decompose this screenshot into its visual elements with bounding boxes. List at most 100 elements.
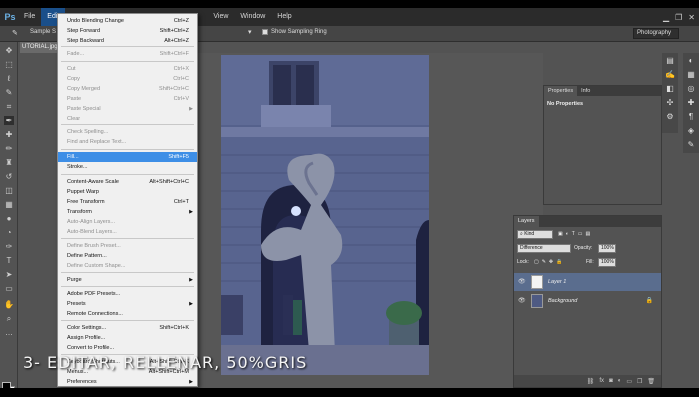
menu-item-check-spelling[interactable]: Check Spelling... xyxy=(58,127,197,137)
delete-layer-icon[interactable]: 🗑 xyxy=(647,378,655,385)
extra-tools-icon[interactable]: … xyxy=(4,328,14,337)
new-layer-icon[interactable]: ❐ xyxy=(637,378,642,385)
menu-item-copy-merged[interactable]: Copy Merged Shift+Ctrl+C xyxy=(58,84,197,94)
dropdown-arrow-icon[interactable]: ▾ xyxy=(248,28,252,36)
menu-window[interactable]: Window xyxy=(234,8,271,26)
menu-item-convert-to-profile[interactable]: Convert to Profile... xyxy=(58,343,197,353)
layer-row-background[interactable]: 👁 Background 🔒 xyxy=(514,292,661,310)
menu-item-adobe-pdf-presets[interactable]: Adobe PDF Presets... xyxy=(58,289,197,299)
photoshop-logo: Ps xyxy=(4,12,16,22)
brush-tool-icon[interactable]: ✏ xyxy=(4,144,14,153)
menu-item-fade[interactable]: Fade... Shift+Ctrl+F xyxy=(58,49,197,59)
lock-icons[interactable]: ▢✎✥🔒 xyxy=(534,258,565,267)
paragraph-panel-icon[interactable]: ¶ xyxy=(686,112,696,122)
menu-item-auto-align-layers[interactable]: Auto-Align Layers... xyxy=(58,217,197,227)
menu-item-step-forward[interactable]: Step Forward Shift+Ctrl+Z xyxy=(58,26,197,36)
opacity-input[interactable]: 100% xyxy=(598,244,616,253)
adjustment-layer-icon[interactable]: ◐ xyxy=(618,378,622,384)
marquee-tool-icon[interactable]: ⬚ xyxy=(4,60,14,69)
workspace-select[interactable]: Photography xyxy=(633,28,679,39)
menu-item-cut[interactable]: Cut Ctrl+X xyxy=(58,64,197,74)
minimize-icon[interactable]: ▁ xyxy=(663,13,669,22)
menu-item-shortcut: Alt+Ctrl+Z xyxy=(164,38,189,44)
brush-panel-icon[interactable]: ✍ xyxy=(665,70,675,80)
menu-item-paste-special[interactable]: Paste Special ▶ xyxy=(58,104,197,114)
history-brush-tool-icon[interactable]: ↺ xyxy=(4,172,14,181)
menu-item-free-transform[interactable]: Free Transform Ctrl+T xyxy=(58,197,197,207)
menu-item-define-custom-shape[interactable]: Define Custom Shape... xyxy=(58,261,197,271)
gradient-tool-icon[interactable]: ▦ xyxy=(4,200,14,209)
path-select-tool-icon[interactable]: ➤ xyxy=(4,270,14,279)
zoom-tool-icon[interactable]: ⌕ xyxy=(4,314,14,323)
layer-style-icon[interactable]: fx xyxy=(599,378,604,384)
menu-item-find-and-replace-text[interactable]: Find and Replace Text... xyxy=(58,137,197,147)
character-panel-icon[interactable]: ◧ xyxy=(665,84,675,94)
type-tool-icon[interactable]: T xyxy=(4,256,14,265)
menu-item-transform[interactable]: Transform ▶ xyxy=(58,207,197,217)
close-icon[interactable]: ✕ xyxy=(688,13,695,22)
sample-size-label[interactable]: Sample S xyxy=(30,29,56,35)
link-layers-icon[interactable]: ⛓ xyxy=(587,378,595,385)
lasso-tool-icon[interactable]: ℓ xyxy=(4,74,14,83)
document-image[interactable] xyxy=(221,55,429,375)
restore-icon[interactable]: ❐ xyxy=(675,13,682,22)
layer-row-layer-1[interactable]: 👁 Layer 1 xyxy=(514,273,661,291)
menu-item-remote-connections[interactable]: Remote Connections... xyxy=(58,309,197,319)
menu-item-preferences[interactable]: Preferences ▶ xyxy=(58,377,197,387)
dodge-tool-icon[interactable]: ◔ xyxy=(4,228,14,237)
eraser-tool-icon[interactable]: ◫ xyxy=(4,186,14,195)
shape-tool-icon[interactable]: ▭ xyxy=(4,284,14,293)
healing-tool-icon[interactable]: ✚ xyxy=(4,130,14,139)
menu-item-define-pattern[interactable]: Define Pattern... xyxy=(58,251,197,261)
menu-item-copy[interactable]: Copy Ctrl+C xyxy=(58,74,197,84)
styles-panel-icon[interactable]: ⚙ xyxy=(665,112,675,122)
menu-item-stroke[interactable]: Stroke... xyxy=(58,162,197,172)
clone-stamp-tool-icon[interactable]: ♜ xyxy=(4,158,14,167)
channels-panel-icon[interactable]: ◈ xyxy=(686,126,696,136)
menu-item-assign-profile[interactable]: Assign Profile... xyxy=(58,333,197,343)
menu-item-purge[interactable]: Purge ▶ xyxy=(58,275,197,285)
crop-tool-icon[interactable]: ⌗ xyxy=(4,102,14,111)
menu-item-define-brush-preset[interactable]: Define Brush Preset... xyxy=(58,241,197,251)
color-panel-icon[interactable]: ◐ xyxy=(686,56,696,66)
history-panel-icon[interactable]: ▤ xyxy=(665,56,675,66)
menu-item-shortcut: Shift+Ctrl+K xyxy=(159,325,189,331)
filter-type-icons[interactable]: ▣◐T▭▤ xyxy=(558,230,593,239)
info-panel-icon[interactable]: ✚ xyxy=(686,98,696,108)
menu-item-undo-blending-change[interactable]: Undo Blending Change Ctrl+Z xyxy=(58,16,197,26)
navigator-panel-icon[interactable]: ◎ xyxy=(686,84,696,94)
pen-tool-icon[interactable]: ✑ xyxy=(4,242,14,251)
menu-item-content-aware-scale[interactable]: Content-Aware Scale Alt+Shift+Ctrl+C xyxy=(58,177,197,187)
menu-item-paste[interactable]: Paste Ctrl+V xyxy=(58,94,197,104)
swatches-panel-icon[interactable]: ▦ xyxy=(686,70,696,80)
add-mask-icon[interactable]: ◙ xyxy=(609,378,613,384)
eyedropper-tool-icon[interactable]: ✒ xyxy=(4,116,14,125)
menu-view[interactable]: View xyxy=(207,8,234,26)
tab-info[interactable]: Info xyxy=(577,86,594,96)
menu-item-step-backward[interactable]: Step Backward Alt+Ctrl+Z xyxy=(58,36,197,46)
menu-item-puppet-warp[interactable]: Puppet Warp xyxy=(58,187,197,197)
visibility-eye-icon[interactable]: 👁 xyxy=(518,278,526,285)
menu-file[interactable]: File xyxy=(18,8,41,26)
layer-filter-select[interactable]: ⌕ Kind xyxy=(517,230,553,239)
show-sampling-ring-checkbox[interactable]: Show Sampling Ring xyxy=(262,29,327,35)
menu-item-color-settings[interactable]: Color Settings... Shift+Ctrl+K xyxy=(58,323,197,333)
menu-item-auto-blend-layers[interactable]: Auto-Blend Layers... xyxy=(58,227,197,237)
tab-properties[interactable]: Properties xyxy=(544,86,578,96)
new-group-icon[interactable]: ▭ xyxy=(626,378,632,385)
menu-item-presets[interactable]: Presets ▶ xyxy=(58,299,197,309)
blend-mode-select[interactable]: Difference xyxy=(517,244,571,253)
menu-help[interactable]: Help xyxy=(271,8,297,26)
move-tool-icon[interactable]: ✥ xyxy=(4,46,14,55)
hand-tool-icon[interactable]: ✋ xyxy=(4,300,14,309)
paths-panel-icon[interactable]: ✎ xyxy=(686,140,696,150)
tab-layers[interactable]: Layers xyxy=(514,216,539,227)
blur-tool-icon[interactable]: ● xyxy=(4,214,14,223)
eyedropper-icon[interactable]: ✎ xyxy=(12,29,18,37)
visibility-eye-icon[interactable]: 👁 xyxy=(518,297,526,304)
menu-item-clear[interactable]: Clear xyxy=(58,114,197,124)
fill-input[interactable]: 100% xyxy=(598,258,616,267)
adjustments-panel-icon[interactable]: ✣ xyxy=(665,98,675,108)
quick-select-tool-icon[interactable]: ✎ xyxy=(4,88,14,97)
menu-item-fill[interactable]: Fill... Shift+F5 xyxy=(58,152,197,162)
